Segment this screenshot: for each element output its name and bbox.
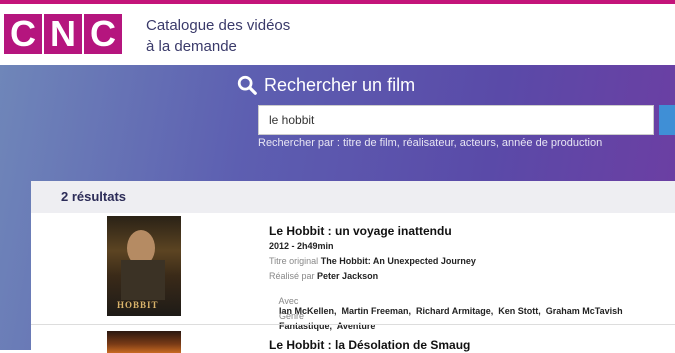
search-heading-label: Rechercher un film xyxy=(264,74,416,95)
original-title-value: The Hobbit: An Unexpected Journey xyxy=(320,256,476,266)
poster-title: HOBBIT xyxy=(117,300,159,310)
results-list: HOBBIT Le Hobbit : un voyage inattendu 2… xyxy=(31,213,675,353)
result-original-title: Titre original The Hobbit: An Unexpected… xyxy=(269,256,476,266)
result-title[interactable]: Le Hobbit : un voyage inattendu xyxy=(269,224,452,238)
logo-letter-c2: C xyxy=(84,14,122,54)
year-duration-value: 2012 - 2h49min xyxy=(269,241,334,251)
poster-image[interactable]: HOBBIT xyxy=(107,216,181,316)
search-heading: Rechercher un film xyxy=(236,74,415,96)
results-header: 2 résultats xyxy=(31,181,675,213)
site-title-line2: à la demande xyxy=(146,38,237,55)
results-count: 2 résultats xyxy=(61,189,127,204)
search-icon xyxy=(237,75,257,95)
site-header: C N C Catalogue des vidéos à la demande xyxy=(0,4,675,65)
poster-figure xyxy=(121,260,165,300)
director-value[interactable]: Peter Jackson xyxy=(317,271,378,281)
search-button[interactable] xyxy=(659,105,675,135)
result-year-duration: 2012 - 2h49min xyxy=(269,241,334,251)
search-hint: Rechercher par : titre de film, réalisat… xyxy=(258,137,603,149)
logo-letter-c1: C xyxy=(4,14,42,54)
genre-label: Genre xyxy=(279,311,305,321)
site-title: Catalogue des vidéos à la demande xyxy=(146,15,290,57)
director-label: Réalisé par xyxy=(269,271,315,281)
result-divider xyxy=(31,324,675,325)
result-genre: Genre Fantastique, Aventure xyxy=(269,301,375,341)
cnc-logo[interactable]: C N C xyxy=(4,14,122,54)
search-input[interactable]: le hobbit xyxy=(258,105,654,135)
site-title-line1: Catalogue des vidéos xyxy=(146,17,291,34)
logo-letter-n: N xyxy=(44,14,82,54)
result-director: Réalisé par Peter Jackson xyxy=(269,271,378,281)
genre-value: Fantastique, Aventure xyxy=(279,321,376,331)
original-title-label: Titre original xyxy=(269,256,319,266)
